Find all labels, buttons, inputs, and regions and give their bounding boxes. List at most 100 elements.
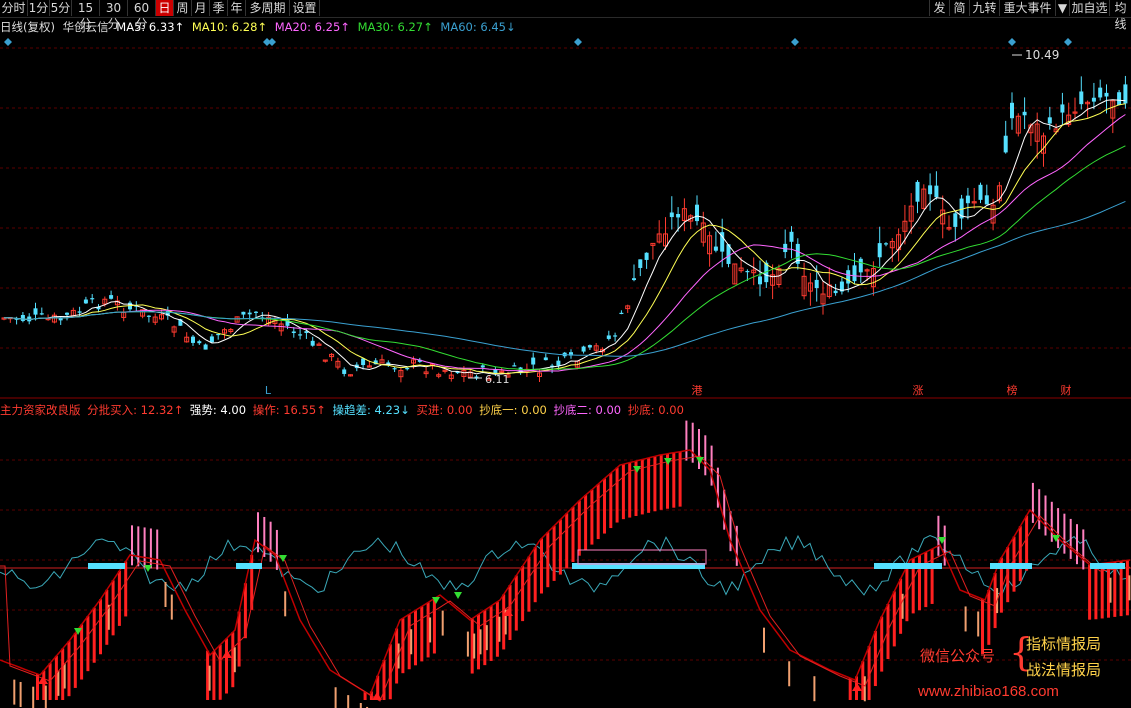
candle-body [606, 335, 611, 339]
candle-body [820, 293, 826, 305]
candle-body [676, 213, 681, 218]
candle-body [839, 281, 844, 292]
candle-body [550, 365, 555, 368]
period-tab-9[interactable]: 季 [210, 0, 228, 16]
indicator-band [572, 563, 705, 569]
candle-body [209, 336, 214, 343]
candle-body [411, 359, 416, 364]
candle-body [405, 368, 410, 370]
candle-body [738, 267, 744, 272]
candle-body [1003, 135, 1008, 153]
candle-body [846, 270, 851, 284]
candle-body [1041, 135, 1046, 154]
candle-body [707, 235, 713, 255]
period-tab-6[interactable]: 日 [156, 0, 174, 16]
candle-body [656, 233, 662, 243]
watermark-line2: 战法情报局 [1026, 661, 1102, 679]
candle-body [915, 181, 920, 202]
sub-legend-maijin: 买进: 0.00 [416, 403, 473, 417]
candle-body [1066, 114, 1072, 126]
tool-button-5[interactable]: 加自选 [1069, 0, 1109, 16]
period-tab-10[interactable]: 年 [228, 0, 246, 16]
candle-body [928, 185, 933, 195]
candle-body [1117, 92, 1122, 106]
candle-body [1047, 117, 1052, 124]
candle-body [373, 360, 378, 365]
candle-body [669, 212, 674, 218]
candle-body [70, 309, 76, 317]
sell-triangle [432, 597, 440, 604]
period-tab-4[interactable]: 30分 [100, 0, 128, 31]
candle-body [254, 311, 258, 313]
signal-diamond [1008, 38, 1016, 46]
indicator-band [874, 563, 942, 569]
indicator-legend: 主力资家改良版 分批买入: 12.32↑ 强势: 4.00 操作: 16.55↑… [0, 402, 687, 418]
sub-legend-caozuo: 操作: 16.55↑ [252, 403, 326, 417]
sell-triangle [633, 466, 641, 473]
tool-button-1[interactable]: 简 [949, 0, 969, 16]
indicator-band [990, 563, 1032, 569]
candle-body [1091, 97, 1096, 102]
candle-body [996, 185, 1002, 202]
candle-body [20, 314, 25, 321]
candle-body [688, 215, 694, 222]
candle-body [278, 323, 284, 332]
tool-button-0[interactable]: 发 [929, 0, 949, 16]
period-tab-0[interactable]: 分时 [0, 0, 28, 16]
tool-button-4[interactable]: ▼ [1055, 0, 1069, 16]
sub-legend-pibuy: 分批买入: 12.32↑ [87, 403, 184, 417]
event-marker: 港 [692, 384, 703, 397]
tool-button-6[interactable]: 均线 [1109, 0, 1131, 31]
candle-body [316, 343, 322, 346]
candle-body [518, 367, 523, 374]
candle-body [720, 232, 725, 252]
candle-body [392, 368, 397, 370]
candle-body [379, 359, 385, 364]
indicator-band [1090, 563, 1125, 569]
candle-body [619, 312, 624, 315]
candle-body [102, 298, 108, 305]
candle-body [442, 369, 448, 372]
candle-body [178, 319, 183, 326]
period-tab-8[interactable]: 月 [192, 0, 210, 16]
candle-body [51, 314, 57, 323]
tool-button-3[interactable]: 重大事件 [999, 0, 1055, 16]
candle-body [165, 310, 170, 316]
period-tab-3[interactable]: 15分 [72, 0, 100, 31]
candle-body [474, 376, 479, 379]
candle-body [1010, 102, 1014, 119]
candle-body [695, 204, 699, 222]
sell-triangle [144, 565, 152, 572]
period-tab-5[interactable]: 60分 [128, 0, 156, 31]
candle-body [971, 201, 977, 204]
period-tab-11[interactable]: 多周期 [246, 0, 290, 16]
candle-body [1072, 111, 1078, 114]
period-tab-12[interactable]: 设置 [290, 0, 320, 16]
candle-body [285, 319, 290, 326]
candle-body [789, 231, 794, 242]
candle-body [858, 258, 863, 273]
candle-body [310, 340, 315, 346]
sell-triangle [279, 555, 287, 562]
ma5-line [3, 99, 1126, 375]
watermark-line1: 指标情报局 [1026, 635, 1102, 653]
candle-body [39, 313, 44, 315]
candle-body [1104, 92, 1109, 97]
high-price-label: 10.49 [1025, 48, 1059, 62]
candle-body [531, 357, 536, 365]
period-tab-7[interactable]: 周 [174, 0, 192, 16]
signal-diamond [1064, 38, 1072, 46]
candle-body [512, 365, 517, 367]
period-tab-1[interactable]: 1分 [28, 0, 50, 16]
candle-body [266, 316, 272, 325]
candle-body [329, 353, 335, 358]
signal-diamond [791, 38, 799, 46]
candle-body [556, 360, 561, 366]
candle-body [448, 374, 454, 379]
candle-body [493, 369, 498, 375]
tool-button-2[interactable]: 九转 [969, 0, 999, 16]
candle-body [537, 372, 542, 377]
candle-body [298, 334, 303, 336]
sell-triangle [1052, 535, 1060, 542]
period-tab-2[interactable]: 5分 [50, 0, 72, 16]
